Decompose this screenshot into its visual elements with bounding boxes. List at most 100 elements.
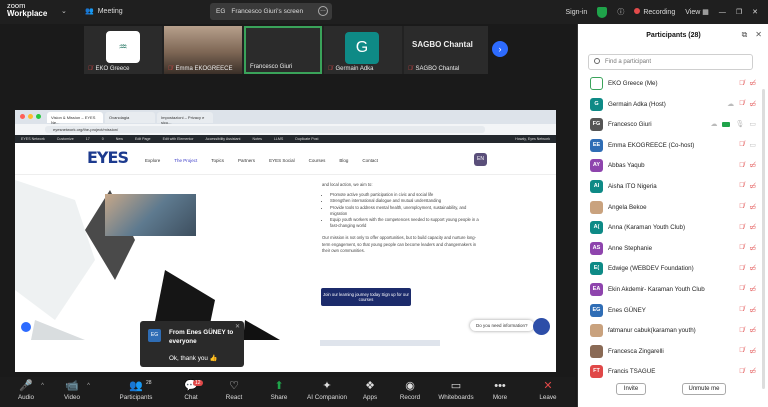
video-off-icon[interactable]: ▭̸: [749, 264, 756, 272]
video-off-icon[interactable]: ▭̸: [749, 182, 756, 190]
admin-item[interactable]: Accessibility Assistant: [206, 137, 241, 141]
nav-link[interactable]: Explore: [145, 158, 160, 163]
video-tile[interactable]: ♒ 🎙̸ EKO Greece: [84, 26, 162, 74]
video-off-icon[interactable]: ▭̸: [749, 367, 756, 375]
close-icon[interactable]: ✕: [752, 8, 758, 16]
video-off-icon[interactable]: ▭̸: [749, 347, 756, 355]
mic-on-icon[interactable]: 🎙: [735, 120, 744, 128]
admin-item[interactable]: Edit with Elementor: [163, 137, 194, 141]
participant-row[interactable]: E(Edwige (WEBDEV Foundation) 🎙̸ ▭̸: [586, 259, 758, 280]
recording-indicator[interactable]: Recording: [634, 8, 675, 16]
nav-link[interactable]: The Project: [174, 158, 197, 163]
mic-muted-icon[interactable]: 🎙̸: [739, 327, 744, 334]
participant-row[interactable]: G Germain Adka (Host) ☁ 🎙̸ ▭̸: [586, 95, 758, 116]
participant-row[interactable]: EA Ekin Akdemir- Karaman Youth Club 🎙̸ ▭̸: [586, 280, 758, 301]
chat-widget-button[interactable]: [533, 318, 550, 335]
record-button[interactable]: ◉ Record: [390, 380, 430, 401]
video-off-icon[interactable]: ▭̸: [749, 79, 756, 87]
participant-row[interactable]: AY Abbas Yaqub 🎙̸ ▭̸: [586, 156, 758, 177]
leave-button[interactable]: ✕ Leave: [528, 380, 568, 401]
video-off-icon[interactable]: ▭̸: [749, 285, 756, 293]
ai-companion-button[interactable]: ✦ AI Companion: [304, 380, 350, 401]
video-button[interactable]: 📹 Video ^: [52, 380, 92, 401]
invite-button[interactable]: Invite: [616, 383, 646, 395]
mic-muted-icon[interactable]: 🎙̸: [739, 285, 744, 292]
video-off-icon[interactable]: ▭̸: [749, 161, 756, 169]
browser-tab[interactable]: Ovanolagia: [105, 112, 155, 123]
browser-tab[interactable]: Vision & Mission – EYES Ne...: [47, 112, 103, 125]
shield-icon[interactable]: [597, 6, 608, 18]
mic-muted-icon[interactable]: 🎙̸: [739, 141, 744, 148]
minimize-icon[interactable]: —: [719, 9, 726, 16]
participant-row[interactable]: EKO Greece (Me) 🎙̸ ▭̸: [586, 74, 758, 95]
video-off-icon[interactable]: ▭̸: [749, 203, 756, 211]
participant-search-input[interactable]: Find a participant: [588, 54, 753, 70]
share-button[interactable]: ⬆ Share: [259, 380, 299, 401]
video-tile[interactable]: G 🎙̸ Germain Adka: [324, 26, 402, 74]
participants-button[interactable]: 👥 Participants 28: [116, 380, 156, 401]
admin-item[interactable]: 0: [102, 137, 104, 141]
admin-item[interactable]: EYES Network: [21, 137, 45, 141]
participant-row[interactable]: FG Francesco Giuri ☁ 🎙 ▭: [586, 115, 758, 136]
admin-item[interactable]: 17: [86, 137, 90, 141]
close-icon[interactable]: ✕: [235, 323, 240, 330]
gallery-next-button[interactable]: ›: [492, 41, 508, 57]
chat-button[interactable]: 💬 Chat 12: [171, 380, 211, 401]
video-off-icon[interactable]: ▭̸: [749, 223, 756, 231]
mic-muted-icon[interactable]: 🎙̸: [739, 347, 744, 354]
eyes-logo[interactable]: EYES: [87, 148, 129, 167]
video-off-icon[interactable]: ▭: [749, 141, 756, 149]
caret-up-icon[interactable]: ^: [41, 383, 44, 389]
whiteboards-button[interactable]: ▭ Whiteboards: [434, 380, 478, 401]
more-button[interactable]: ••• More: [480, 380, 520, 401]
video-tile[interactable]: 🎙̸ Emma EKOGREECE: [164, 26, 242, 74]
admin-item[interactable]: Notes: [252, 137, 261, 141]
maximize-icon[interactable]: ❐: [736, 8, 742, 16]
audio-button[interactable]: 🎤 Audio ^: [6, 380, 46, 401]
unmute-me-button[interactable]: Unmute me: [682, 383, 726, 395]
participant-row[interactable]: FT Francis TSAGUE 🎙̸ ▭̸: [586, 362, 758, 383]
caret-up-icon[interactable]: ^: [87, 383, 90, 389]
video-off-icon[interactable]: ▭̸: [749, 100, 756, 108]
close-icon[interactable]: ✕: [755, 30, 762, 40]
info-bubble[interactable]: Do you need information?: [470, 320, 534, 331]
signin-button[interactable]: Sign-in: [566, 9, 588, 16]
mic-muted-icon[interactable]: 🎙̸: [739, 80, 744, 87]
nav-link[interactable]: Contact: [362, 158, 378, 163]
more-icon[interactable]: …: [318, 6, 328, 16]
nav-link[interactable]: Topics: [211, 158, 224, 163]
participant-row[interactable]: A(Anna (Karaman Youth Club) 🎙̸ ▭̸: [586, 218, 758, 239]
video-tile[interactable]: Francesco Giuri: [244, 26, 322, 74]
participant-row[interactable]: fatmanur cabuk(karaman youth) 🎙̸ ▭̸: [586, 321, 758, 342]
scrollbar[interactable]: [762, 89, 765, 389]
mic-muted-icon[interactable]: 🎙̸: [739, 368, 744, 375]
language-button[interactable]: EN: [474, 153, 487, 166]
participant-row[interactable]: EE Emma EKOGREECE (Co-host) 🎙̸ ▭: [586, 136, 758, 157]
course-signup-button[interactable]: Join our learning journey today Sign up …: [321, 288, 411, 306]
nav-link[interactable]: Blog: [339, 158, 348, 163]
admin-item[interactable]: Howdy, Eyes Network: [515, 137, 556, 141]
mic-muted-icon[interactable]: 🎙̸: [739, 224, 744, 231]
apps-button[interactable]: ❖ Apps: [350, 380, 390, 401]
video-tile[interactable]: SAGBO Chantal 🎙̸ SAGBO Chantal: [404, 26, 488, 74]
info-icon[interactable]: ⓘ: [617, 7, 624, 17]
participant-row[interactable]: AS Anne Stephanie 🎙̸ ▭̸: [586, 239, 758, 260]
admin-item[interactable]: Edit Page: [135, 137, 151, 141]
video-off-icon[interactable]: ▭̸: [749, 244, 756, 252]
meeting-button[interactable]: 👥 Meeting: [85, 7, 123, 16]
view-button[interactable]: View ▦: [685, 8, 709, 16]
mic-muted-icon[interactable]: 🎙̸: [739, 182, 744, 189]
mic-muted-icon[interactable]: 🎙̸: [739, 203, 744, 210]
chat-notification[interactable]: EG From Enes GÜNEY to everyone Ok, thank…: [140, 321, 244, 367]
participant-row[interactable]: Angela Bekoe 🎙̸ ▭̸: [586, 198, 758, 219]
mic-muted-icon[interactable]: 🎙̸: [739, 162, 744, 169]
chevron-down-icon[interactable]: ⌄: [61, 7, 67, 15]
pop-out-icon[interactable]: ⧉: [742, 30, 748, 40]
admin-item[interactable]: Duplicate Post: [295, 137, 318, 141]
participant-row[interactable]: Francesca Zingarelli 🎙̸ ▭̸: [586, 342, 758, 363]
shared-screen[interactable]: Vision & Mission – EYES Ne... Ovanolagia…: [15, 110, 556, 372]
participant-row[interactable]: EG Enes GÜNEY 🎙̸ ▭̸: [586, 301, 758, 322]
mic-muted-icon[interactable]: 🎙̸: [739, 244, 744, 251]
mic-muted-icon[interactable]: 🎙̸: [739, 100, 744, 107]
admin-item[interactable]: New: [116, 137, 123, 141]
